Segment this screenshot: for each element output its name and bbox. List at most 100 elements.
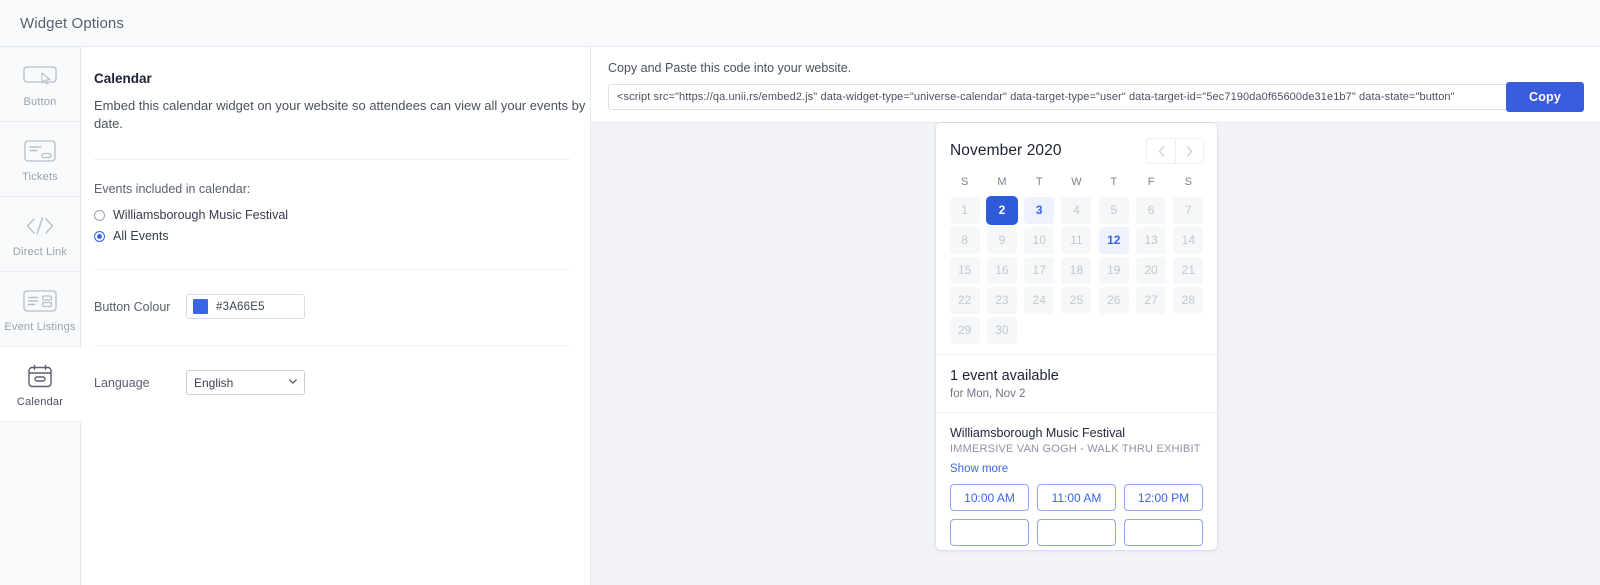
calendar-day-cell[interactable]: 1 — [950, 197, 980, 224]
button-colour-row: Button Colour #3A66E5 — [94, 270, 590, 319]
calendar-day-cell[interactable]: 19 — [1099, 257, 1129, 284]
calendar-day-cell[interactable]: 6 — [1136, 197, 1166, 224]
time-slot-grid: 10:00 AM 11:00 AM 12:00 PM — [950, 484, 1203, 550]
calendar-cell-wrap: 25 — [1058, 285, 1095, 315]
colour-swatch[interactable] — [193, 299, 208, 314]
time-slot-button[interactable]: 10:00 AM — [950, 484, 1029, 511]
weekday-label: S — [1170, 173, 1207, 195]
calendar-day-cell[interactable]: 13 — [1136, 227, 1166, 254]
calendar-day-cell[interactable]: 23 — [987, 287, 1017, 314]
calendar-header: November 2020 — [936, 123, 1217, 173]
sidebar-item-button[interactable]: Button — [0, 47, 80, 122]
calendar-cell-wrap: 6 — [1132, 195, 1169, 225]
calendar-day-cell[interactable]: 17 — [1024, 257, 1054, 284]
calendar-cell-wrap: 30 — [983, 315, 1020, 345]
calendar-day-cell[interactable]: 15 — [950, 257, 980, 284]
calendar-day-cell[interactable]: 20 — [1136, 257, 1166, 284]
time-slot-button[interactable] — [950, 519, 1029, 546]
time-slot-button[interactable]: 12:00 PM — [1124, 484, 1203, 511]
calendar-day-cell[interactable]: 5 — [1099, 197, 1129, 224]
calendar-day-cell[interactable]: 25 — [1061, 287, 1091, 314]
calendar-day-cell[interactable]: 18 — [1061, 257, 1091, 284]
sidebar-item-label: Event Listings — [4, 321, 75, 333]
calendar-cell-wrap: 23 — [983, 285, 1020, 315]
show-more-link[interactable]: Show more — [950, 463, 1008, 475]
calendar-cell-wrap: 9 — [983, 225, 1020, 255]
calendar-day-cell[interactable]: 22 — [950, 287, 980, 314]
radio-option-all-events[interactable]: All Events — [94, 229, 590, 243]
calendar-day-cell[interactable]: 27 — [1136, 287, 1166, 314]
section-description: Embed this calendar widget on your websi… — [94, 97, 590, 133]
weekday-label: T — [1021, 173, 1058, 195]
calendar-day-cell[interactable]: 21 — [1173, 257, 1203, 284]
calendar-icon — [18, 361, 62, 391]
preview-column: Copy and Paste this code into your websi… — [591, 47, 1600, 585]
calendar-cell-wrap: 17 — [1021, 255, 1058, 285]
events-available-date: for Mon, Nov 2 — [950, 388, 1203, 400]
calendar-cell-wrap: 27 — [1132, 285, 1169, 315]
calendar-day-cell[interactable]: 7 — [1173, 197, 1203, 224]
calendar-day-cell[interactable]: 2 — [987, 197, 1017, 224]
embed-code-row: <script src="https://qa.unii.rs/embed2.j… — [608, 84, 1584, 110]
sidebar-item-label: Tickets — [22, 171, 58, 183]
radio-label: All Events — [113, 229, 169, 243]
sidebar-item-direct-link[interactable]: Direct Link — [0, 197, 80, 272]
calendar-cell-wrap: 14 — [1170, 225, 1207, 255]
calendar-cell-wrap: 26 — [1095, 285, 1132, 315]
sidebar-item-label: Button — [23, 96, 56, 108]
calendar-day-cell[interactable]: 4 — [1061, 197, 1091, 224]
sidebar-item-tickets[interactable]: Tickets — [0, 122, 80, 197]
calendar-cell-wrap — [1058, 315, 1095, 345]
weekday-header-row: S M T W T F S — [936, 173, 1217, 195]
calendar-day-cell[interactable]: 9 — [987, 227, 1017, 254]
calendar-day-cell[interactable]: 11 — [1061, 227, 1091, 254]
calendar-day-cell[interactable]: 24 — [1024, 287, 1054, 314]
calendar-cell-wrap: 22 — [946, 285, 983, 315]
calendar-day-cell[interactable]: 29 — [950, 317, 980, 344]
prev-month-button[interactable] — [1147, 139, 1175, 163]
calendar-cell-wrap: 20 — [1132, 255, 1169, 285]
calendar-day-cell[interactable]: 30 — [987, 317, 1017, 344]
calendar-day-cell[interactable]: 10 — [1024, 227, 1054, 254]
calendar-day-cell[interactable]: 14 — [1173, 227, 1203, 254]
window-body: Button Tickets — [0, 47, 1600, 585]
calendar-cell-wrap: 28 — [1170, 285, 1207, 315]
time-slot-button[interactable] — [1124, 519, 1203, 546]
chevron-left-icon — [1158, 146, 1165, 157]
calendar-day-cell[interactable]: 3 — [1024, 197, 1054, 224]
calendar-cell-wrap: 5 — [1095, 195, 1132, 225]
radio-icon[interactable] — [94, 210, 105, 221]
calendar-day-cell[interactable]: 12 — [1099, 227, 1129, 254]
language-select[interactable]: English — [186, 370, 305, 395]
calendar-cell-empty — [1061, 317, 1091, 344]
button-colour-label: Button Colour — [94, 300, 186, 314]
calendar-cell-wrap: 29 — [946, 315, 983, 345]
time-slot-button[interactable] — [1037, 519, 1116, 546]
code-brackets-icon — [18, 211, 62, 241]
calendar-cell-wrap: 13 — [1132, 225, 1169, 255]
embed-code-bar: Copy and Paste this code into your websi… — [591, 47, 1600, 123]
calendar-day-cell[interactable]: 28 — [1173, 287, 1203, 314]
next-month-button[interactable] — [1175, 139, 1203, 163]
calendar-date-grid: 1234567891011121314151617181920212223242… — [936, 195, 1217, 345]
button-colour-input[interactable]: #3A66E5 — [186, 294, 305, 319]
sidebar-item-calendar[interactable]: Calendar — [0, 347, 81, 422]
language-select-wrap: English — [186, 370, 305, 395]
calendar-cell-wrap: 16 — [983, 255, 1020, 285]
calendar-day-cell[interactable]: 16 — [987, 257, 1017, 284]
copy-button[interactable]: Copy — [1506, 82, 1584, 112]
calendar-cell-wrap: 12 — [1095, 225, 1132, 255]
embed-code-input[interactable]: <script src="https://qa.unii.rs/embed2.j… — [608, 84, 1584, 110]
calendar-day-cell[interactable]: 26 — [1099, 287, 1129, 314]
calendar-cell-empty — [1099, 317, 1129, 344]
radio-option-single-event[interactable]: Williamsborough Music Festival — [94, 208, 590, 222]
sidebar-item-event-listings[interactable]: Event Listings — [0, 272, 80, 347]
radio-icon-selected[interactable] — [94, 231, 105, 242]
time-slot-button[interactable]: 11:00 AM — [1037, 484, 1116, 511]
event-name: Williamsborough Music Festival — [950, 426, 1203, 440]
calendar-cell-wrap: 19 — [1095, 255, 1132, 285]
calendar-cell-empty — [1024, 317, 1054, 344]
calendar-day-cell[interactable]: 8 — [950, 227, 980, 254]
calendar-cell-wrap: 4 — [1058, 195, 1095, 225]
calendar-cell-wrap: 10 — [1021, 225, 1058, 255]
